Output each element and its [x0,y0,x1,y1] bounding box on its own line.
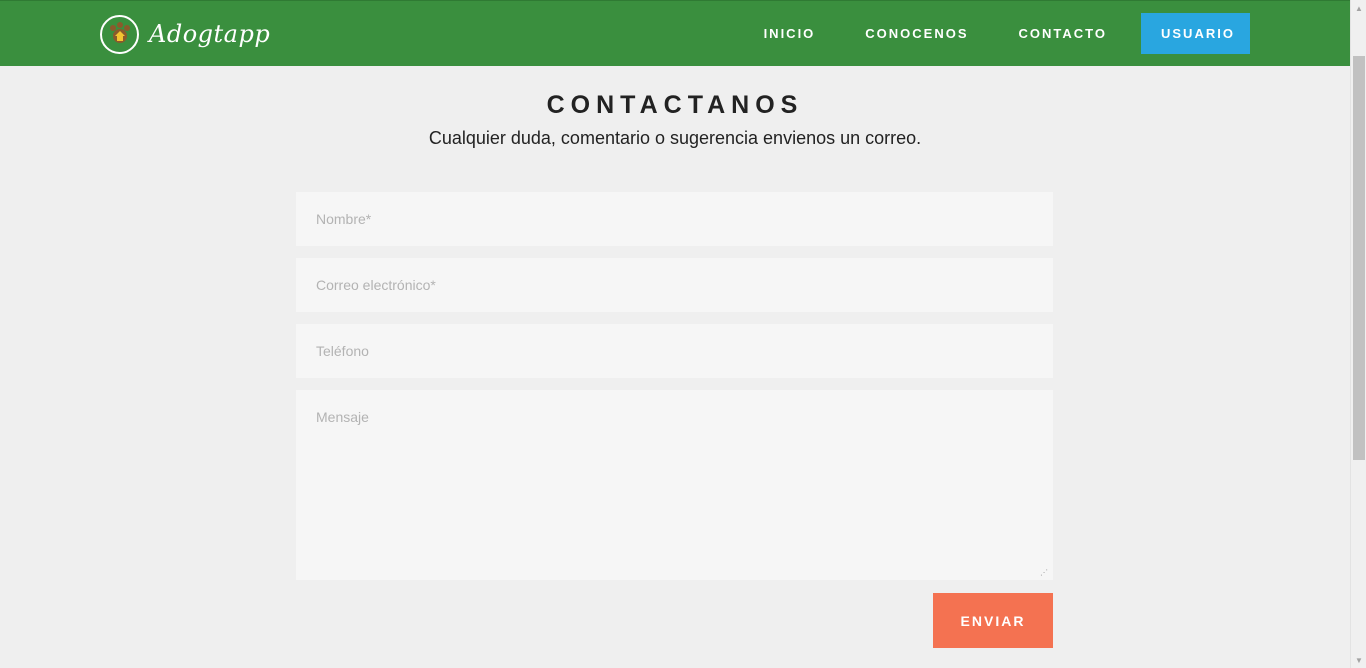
page-subtitle: Cualquier duda, comentario o sugerencia … [428,128,922,148]
paw-house-icon [100,14,139,54]
resize-grip-icon[interactable]: ⋰ [1040,568,1050,578]
brand-link[interactable]: Adogtapp [100,14,270,54]
phone-field[interactable] [296,324,1053,378]
send-button[interactable]: ENVIAR [933,593,1053,648]
page-title: CONTACTANOS [546,91,804,119]
email-field[interactable] [296,258,1053,312]
navbar: Adogtapp INICIO CONOCENOS CONTACTO USUAR… [0,0,1350,66]
main-nav: INICIO CONOCENOS CONTACTO USUARIO [739,13,1250,54]
brand-name: Adogtapp [149,20,271,48]
message-field[interactable] [296,390,1053,580]
nav-link-conocenos[interactable]: CONOCENOS [840,13,993,54]
name-field[interactable] [296,192,1053,246]
scroll-down-arrow-icon[interactable]: ▼ [1351,652,1366,668]
scrollbar-thumb[interactable] [1353,56,1365,460]
user-button[interactable]: USUARIO [1141,13,1250,54]
nav-link-inicio[interactable]: INICIO [739,13,841,54]
vertical-scrollbar[interactable]: ▲ ▼ [1350,0,1366,668]
scroll-up-arrow-icon[interactable]: ▲ [1351,0,1366,16]
nav-link-contacto[interactable]: CONTACTO [994,13,1132,54]
